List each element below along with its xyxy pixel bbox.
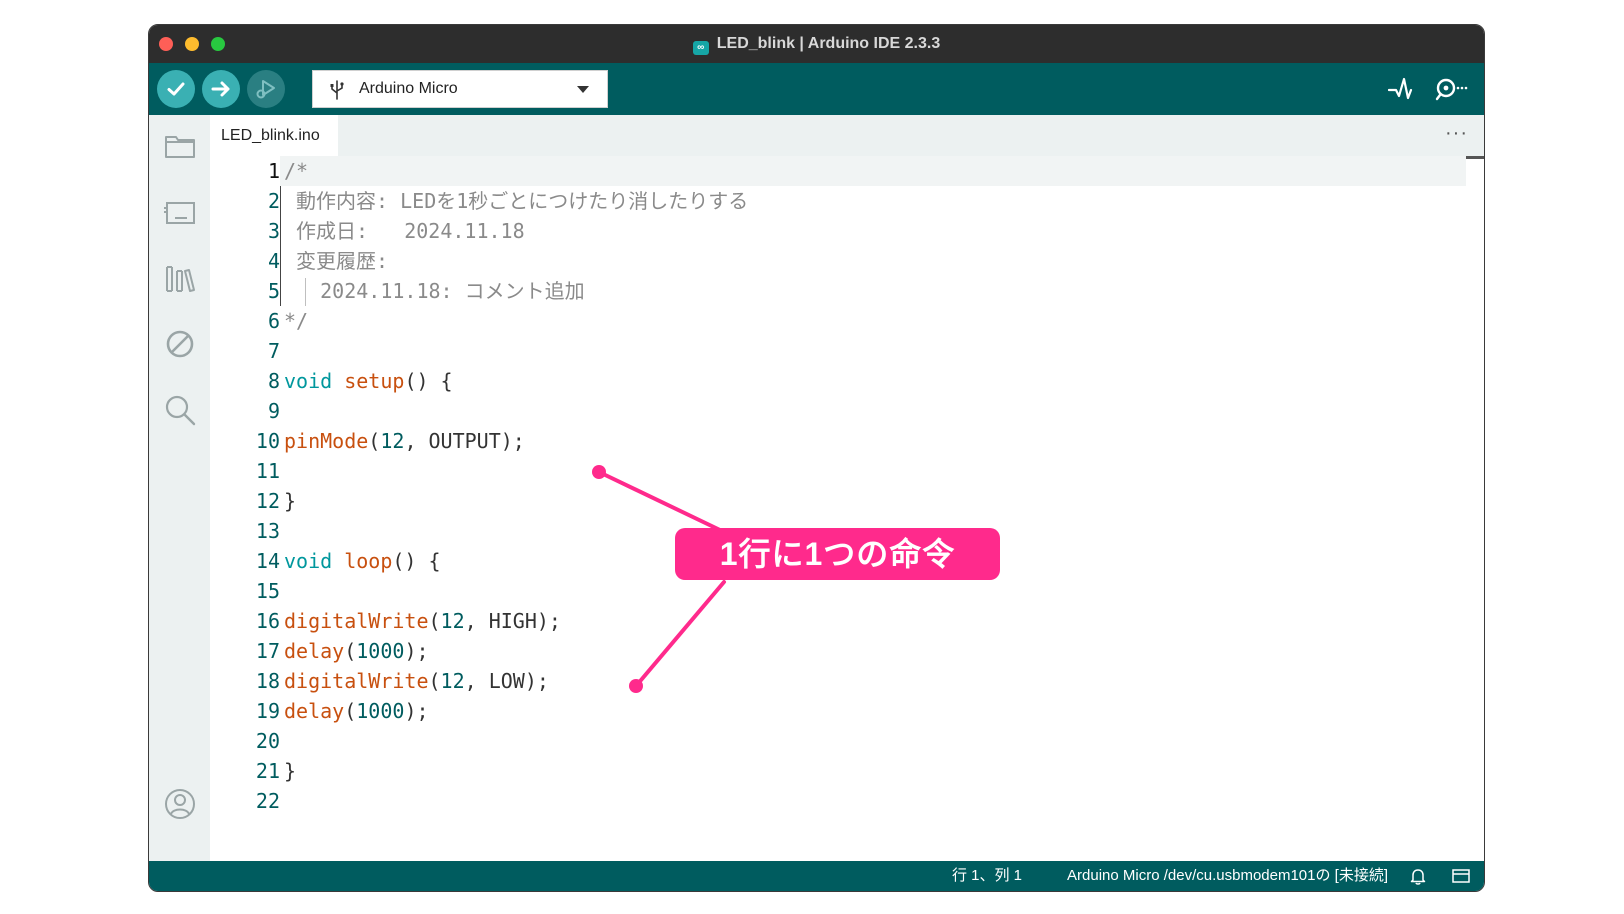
annotation-arrows <box>592 465 726 693</box>
arrow-dot-top <box>592 465 606 479</box>
arrow-line-top <box>597 470 722 532</box>
arrow-line-bottom <box>634 580 726 688</box>
annotation-callout: 1行に1つの命令 <box>675 528 1000 580</box>
arrow-dot-bottom <box>629 679 643 693</box>
